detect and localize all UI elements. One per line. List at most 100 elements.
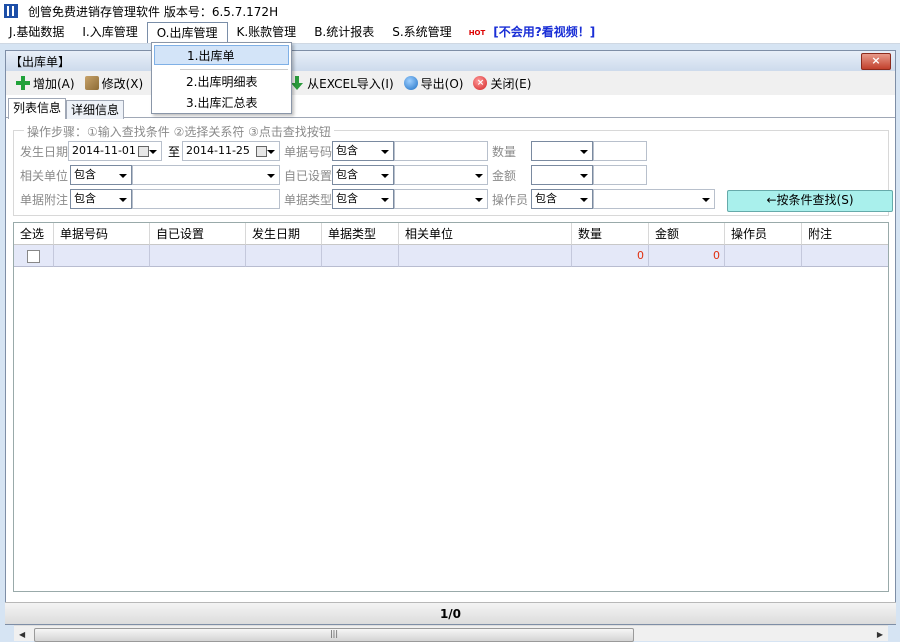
chevron-down-icon[interactable] [475, 174, 483, 178]
chevron-down-icon [580, 150, 588, 154]
note-label: 单据附注 [20, 193, 69, 207]
close-icon[interactable]: × [861, 53, 891, 70]
scrollbar-thumb[interactable]: ||| [34, 628, 634, 642]
col-header-date[interactable]: 发生日期 [246, 223, 322, 245]
col-header-note[interactable]: 附注 [802, 223, 888, 245]
operation-steps: 操作步骤：①输入查找条件 ②选择关系符 ③点击查找按钮 [24, 123, 334, 140]
cell-doc-type [322, 245, 399, 267]
col-header-doc-type[interactable]: 单据类型 [322, 223, 399, 245]
hot-badge: HOT [468, 28, 486, 37]
cell-amount: 0 [649, 245, 725, 267]
unit-label: 相关单位 [20, 169, 69, 183]
inner-window-titlebar: 【出库单】 × [6, 51, 895, 71]
dropdown-item-outbound-detail[interactable]: 2.出库明细表 [154, 72, 289, 92]
tab-list-info[interactable]: 列表信息 [8, 98, 67, 119]
chevron-down-icon [381, 174, 389, 178]
date-label: 发生日期 [20, 145, 69, 159]
import-arrow-icon [290, 76, 304, 90]
search-criteria-panel: 操作步骤：①输入查找条件 ②选择关系符 ③点击查找按钮 发生日期 2014-11… [13, 123, 893, 216]
export-icon [403, 76, 418, 90]
edit-icon [84, 76, 99, 90]
qty-label: 数量 [492, 145, 517, 159]
unit-input[interactable] [132, 165, 280, 185]
title-bar: 创管免费进销存管理软件 版本号：6.5.7.172H [0, 0, 900, 22]
row-select-cell[interactable] [14, 245, 54, 267]
amount-input[interactable] [593, 165, 647, 185]
edit-button[interactable]: 修改(X) [84, 75, 143, 92]
menu-reports[interactable]: B.统计报表 [305, 22, 383, 43]
col-header-amount[interactable]: 金额 [649, 223, 725, 245]
close-circle-icon: × [473, 76, 488, 90]
amount-operator-select[interactable] [531, 165, 593, 185]
note-operator-select[interactable]: 包含 [70, 189, 132, 209]
unit-operator-select[interactable]: 包含 [70, 165, 132, 185]
custom-label: 自已设置 [284, 169, 333, 183]
operator-input[interactable] [593, 189, 715, 209]
operator-operator-select[interactable]: 包含 [531, 189, 593, 209]
col-header-qty[interactable]: 数量 [572, 223, 649, 245]
date-to-picker[interactable]: 2014-11-25 [182, 141, 280, 161]
close-button[interactable]: × 关闭(E) [473, 75, 531, 92]
col-header-select-all[interactable]: 全选 [14, 223, 54, 245]
calendar-icon[interactable] [256, 146, 267, 157]
chevron-down-icon [580, 198, 588, 202]
status-bar: 1/0 [5, 602, 896, 624]
add-button[interactable]: 增加(A) [16, 75, 75, 92]
date-to-label: 至 [168, 145, 181, 159]
operator-label: 操作员 [492, 193, 529, 207]
menu-accounts[interactable]: K.账款管理 [228, 22, 306, 43]
chevron-down-icon[interactable] [702, 198, 710, 202]
cell-date [246, 245, 322, 267]
chevron-down-icon [149, 150, 157, 154]
custom-input[interactable] [394, 165, 488, 185]
chevron-down-icon [381, 198, 389, 202]
tab-detail-info[interactable]: 详细信息 [66, 100, 125, 119]
page-indicator: 1/0 [439, 607, 462, 621]
plus-icon [16, 76, 30, 90]
menu-system[interactable]: S.系统管理 [383, 22, 460, 43]
chevron-down-icon[interactable] [267, 174, 275, 178]
toolbar: 增加(A) 修改(X) 从EXCEL导入(I) 导出(O) × 关闭(E) [6, 71, 895, 95]
custom-operator-select[interactable]: 包含 [332, 165, 394, 185]
doc-no-label: 单据号码 [284, 145, 333, 159]
col-header-unit[interactable]: 相关单位 [399, 223, 572, 245]
cell-unit [399, 245, 572, 267]
outbound-order-window: 【出库单】 × 增加(A) 修改(X) 从EXCEL导入(I) 导出(O) × 关… [5, 50, 896, 642]
menu-basic-data[interactable]: J.基础数据 [0, 22, 73, 43]
export-button[interactable]: 导出(O) [403, 75, 463, 92]
window-title: 创管免费进销存管理软件 版本号：6.5.7.172H [28, 4, 279, 19]
qty-input[interactable] [593, 141, 647, 161]
qty-operator-select[interactable] [531, 141, 593, 161]
help-video-link[interactable]: [不会用?看视频！] [489, 22, 604, 43]
import-excel-button[interactable]: 从EXCEL导入(I) [290, 75, 394, 92]
tab-bar: 列表信息 详细信息 [6, 98, 895, 119]
doc-no-input[interactable] [394, 141, 488, 161]
col-header-custom[interactable]: 自已设置 [150, 223, 246, 245]
chevron-down-icon [119, 198, 127, 202]
doc-type-input[interactable] [394, 189, 488, 209]
dropdown-item-outbound-summary[interactable]: 3.出库汇总表 [154, 93, 289, 113]
doc-type-operator-select[interactable]: 包含 [332, 189, 394, 209]
menu-bar: J.基础数据 I.入库管理 O.出库管理 K.账款管理 B.统计报表 S.系统管… [0, 22, 900, 44]
horizontal-scrollbar[interactable]: ◀ ||| ▶ [14, 625, 888, 642]
chevron-down-icon [267, 150, 275, 154]
app-icon [4, 4, 18, 18]
chevron-down-icon[interactable] [475, 198, 483, 202]
row-checkbox[interactable] [27, 250, 40, 263]
amount-label: 金额 [492, 169, 517, 183]
col-header-operator[interactable]: 操作员 [725, 223, 802, 245]
scroll-right-icon[interactable]: ▶ [877, 630, 883, 639]
menu-outbound[interactable]: O.出库管理 [146, 22, 228, 43]
calendar-icon[interactable] [138, 146, 149, 157]
menu-inbound[interactable]: I.入库管理 [73, 22, 146, 43]
chevron-down-icon [119, 174, 127, 178]
date-from-picker[interactable]: 2014-11-01 [68, 141, 162, 161]
scroll-left-icon[interactable]: ◀ [19, 630, 25, 639]
dropdown-item-outbound-order[interactable]: 1.出库单 [154, 45, 289, 65]
note-input[interactable] [132, 189, 280, 209]
search-by-criteria-button[interactable]: ←按条件查找(S) [727, 190, 893, 212]
doc-no-operator-select[interactable]: 包含 [332, 141, 394, 161]
chevron-down-icon [381, 150, 389, 154]
chevron-down-icon [580, 174, 588, 178]
col-header-doc-no[interactable]: 单据号码 [54, 223, 150, 245]
